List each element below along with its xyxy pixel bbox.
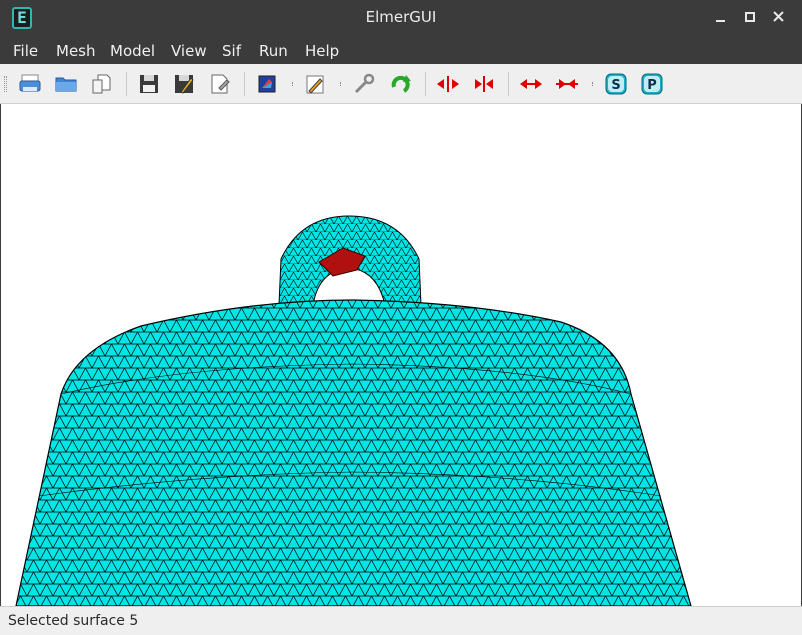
model-icon[interactable] [254, 72, 280, 96]
unify-icon[interactable] [471, 72, 497, 96]
copy-document-icon[interactable] [89, 72, 115, 96]
refresh-icon[interactable] [388, 72, 414, 96]
close-icon[interactable] [770, 8, 788, 26]
divide-icon[interactable] [435, 72, 461, 96]
postprocessor-p-icon[interactable]: P [639, 72, 665, 96]
status-bar: Selected surface 5 [0, 606, 802, 635]
print-icon[interactable] [17, 72, 43, 96]
open-folder-icon[interactable] [53, 72, 79, 96]
solver-s-icon[interactable]: S [603, 72, 629, 96]
divide-edge-icon[interactable] [518, 72, 544, 96]
wrench-icon[interactable] [351, 72, 377, 96]
toolbar: S P [0, 64, 802, 104]
menu-mesh[interactable]: Mesh [56, 42, 96, 60]
save-as-icon[interactable] [171, 72, 197, 96]
menu-help[interactable]: Help [305, 42, 339, 60]
postprocessor-p-label: P [647, 78, 657, 93]
menu-run[interactable]: Run [259, 42, 288, 60]
pencil-icon[interactable] [302, 72, 328, 96]
menu-sif[interactable]: Sif [222, 42, 241, 60]
menu-view[interactable]: View [171, 42, 207, 60]
menu-file[interactable]: File [13, 42, 38, 60]
edit-document-icon[interactable] [207, 72, 233, 96]
maximize-icon[interactable] [741, 8, 759, 26]
window-title: ElmerGUI [365, 8, 437, 26]
solver-s-label: S [611, 78, 620, 93]
minimize-icon[interactable] [712, 8, 730, 26]
mesh-viewport[interactable] [1, 104, 801, 606]
unify-edge-icon[interactable] [554, 72, 580, 96]
toolbar-handle[interactable] [4, 76, 7, 92]
title-bar: E ElmerGUI [0, 0, 802, 36]
menu-bar: File Mesh Model View Sif Run Help [0, 36, 802, 64]
save-icon[interactable] [136, 72, 162, 96]
mesh-body[interactable] [15, 299, 692, 606]
status-message: Selected surface 5 [8, 613, 139, 629]
menu-model[interactable]: Model [110, 42, 155, 60]
